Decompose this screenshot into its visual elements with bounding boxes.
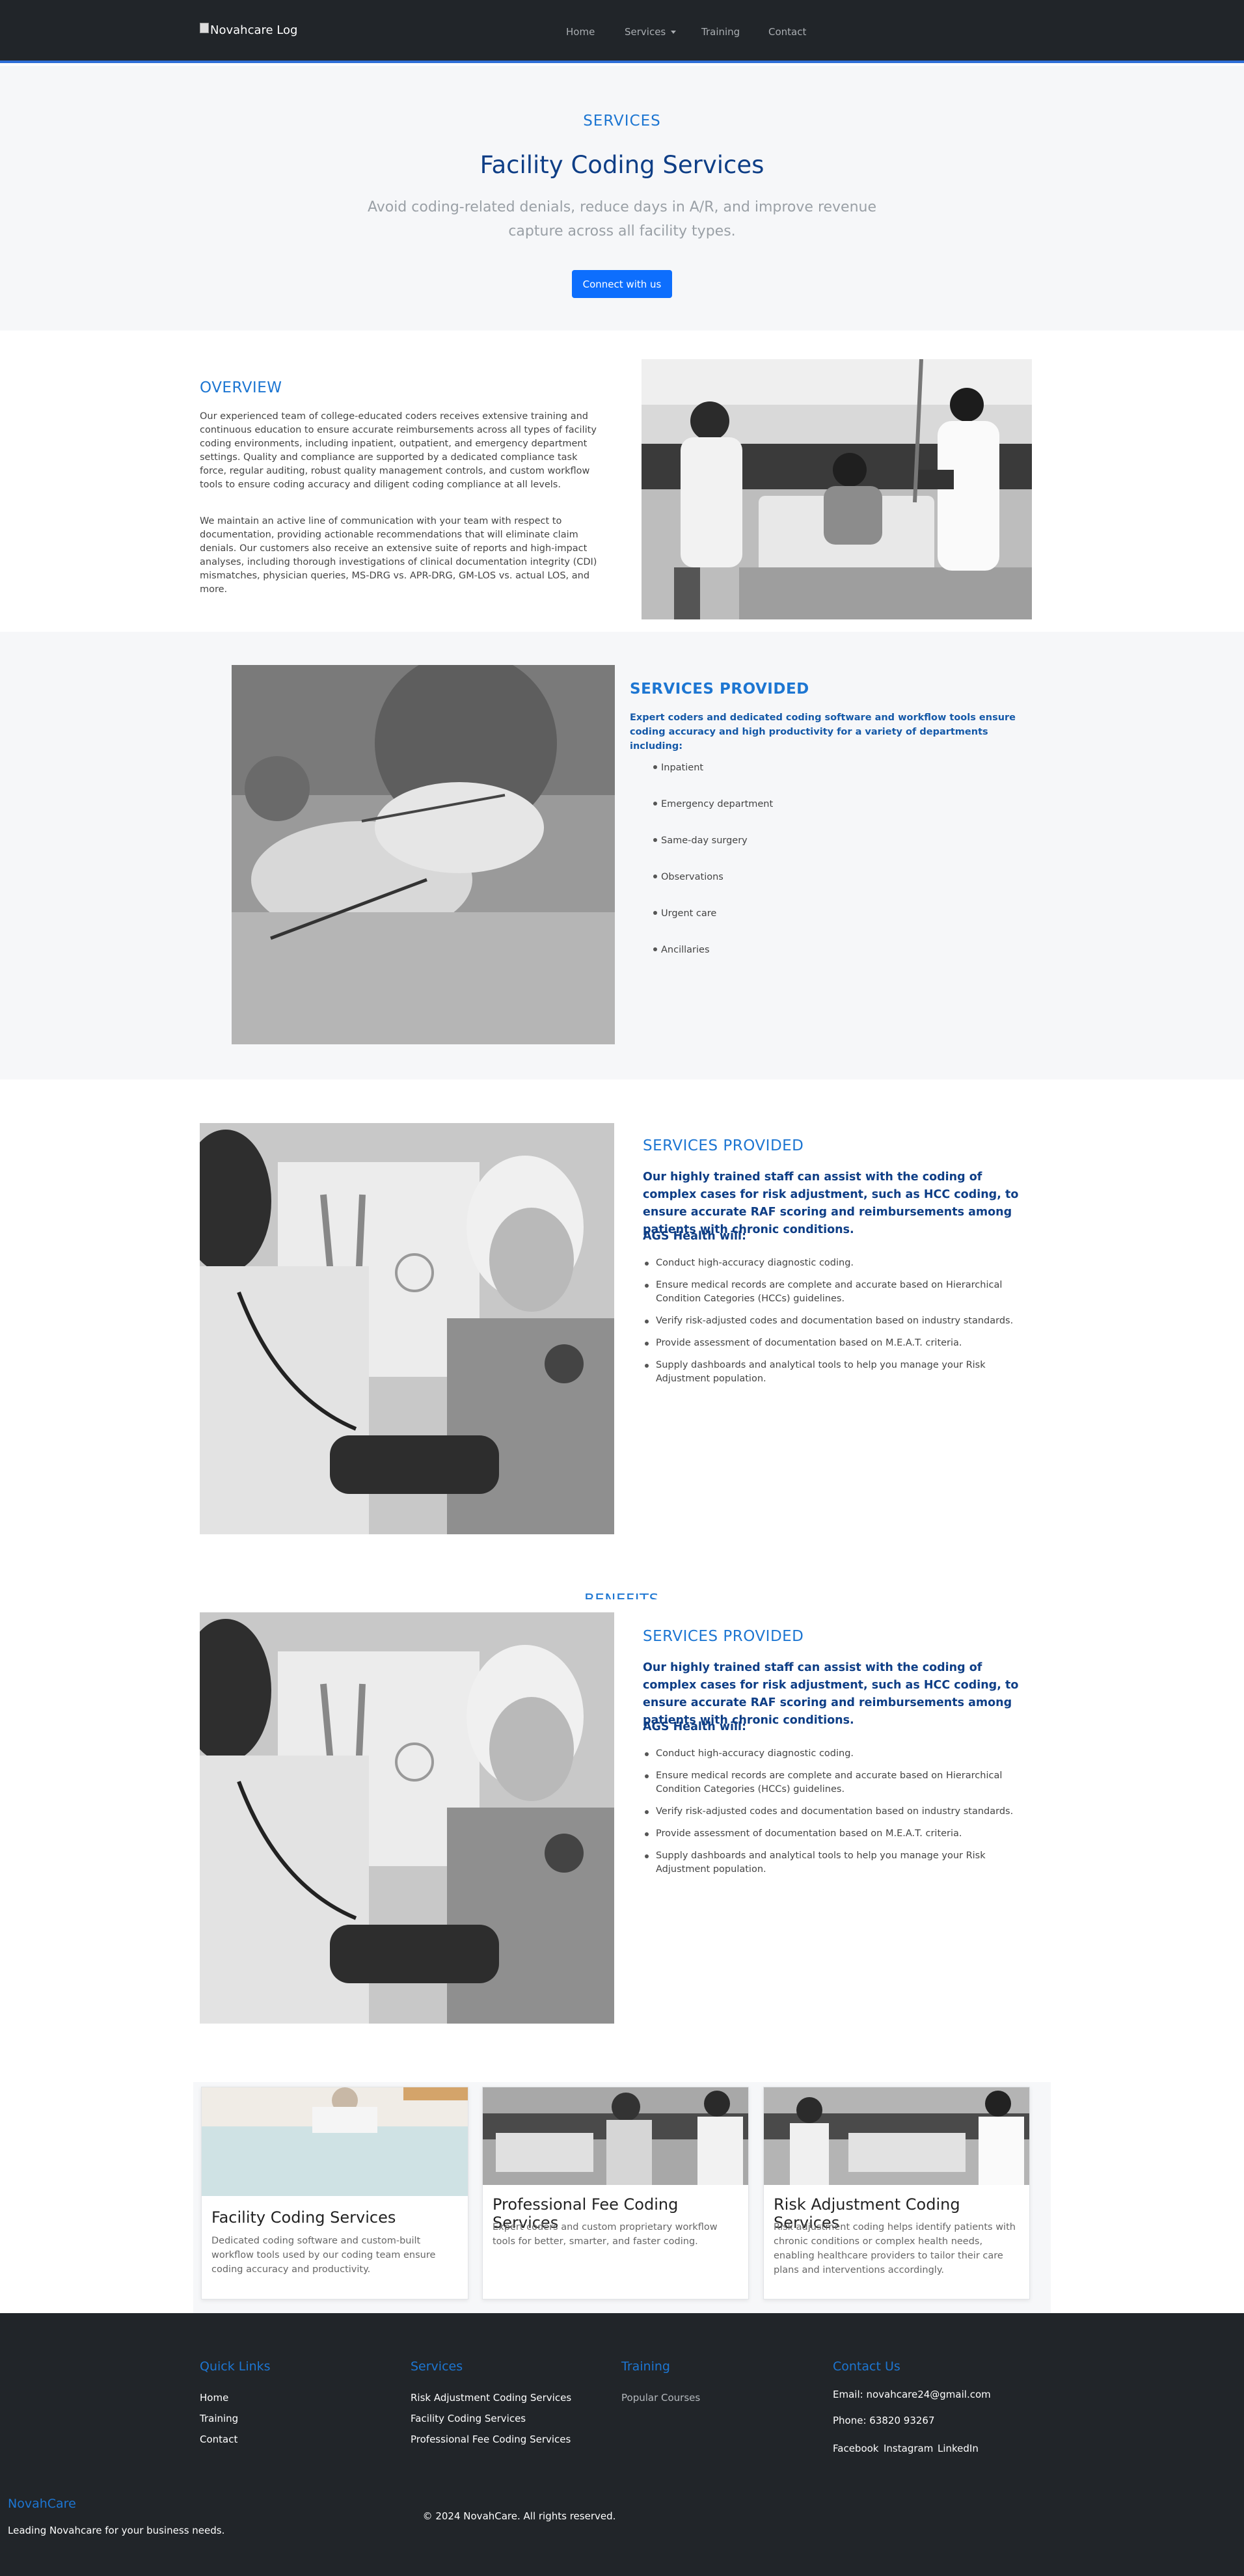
service-card-professional-fee[interactable]: Professional Fee Coding Services Expert … bbox=[482, 2087, 749, 2299]
bullet-icon bbox=[653, 874, 657, 878]
ags-subhead-3: AGS Health will: bbox=[643, 1720, 747, 1733]
nav-contact-link[interactable]: Contact bbox=[768, 26, 806, 38]
benefits-heading-clip: BENEFITS bbox=[560, 1592, 684, 1599]
overview-heading: OVERVIEW bbox=[200, 379, 282, 396]
hospital-room-photo bbox=[642, 359, 1032, 619]
footer-quick-links-heading: Quick Links bbox=[200, 2359, 271, 2374]
hero-eyebrow: SERVICES bbox=[583, 113, 661, 129]
benefits-heading: BENEFITS bbox=[584, 1592, 659, 1599]
list-item: Conduct high-accuracy diagnostic coding. bbox=[643, 1747, 1034, 1761]
list-item: Provide assessment of documentation base… bbox=[643, 1336, 1034, 1350]
card-image-professional-fee bbox=[483, 2087, 748, 2185]
list-item: Provide assessment of documentation base… bbox=[643, 1827, 1034, 1841]
blood-pressure-photo bbox=[200, 1123, 614, 1534]
list-item: Urgent care bbox=[653, 906, 716, 921]
nav-training-link[interactable]: Training bbox=[701, 26, 740, 38]
list-item: Verify risk-adjusted codes and documenta… bbox=[643, 1805, 1034, 1819]
footer-email: Email: novahcare24@gmail.com bbox=[833, 2389, 991, 2400]
bullet-icon bbox=[653, 947, 657, 951]
services-lead-1: Expert coders and dedicated coding softw… bbox=[630, 712, 1016, 752]
footer-training-heading: Training bbox=[621, 2359, 670, 2374]
card-text: Expert coders and custom proprietary wor… bbox=[493, 2222, 718, 2247]
list-item: Supply dashboards and analytical tools t… bbox=[643, 1849, 1034, 1877]
navbar bbox=[0, 0, 1244, 63]
overview-paragraph-1: Our experienced team of college-educated… bbox=[200, 411, 597, 490]
bullet-icon bbox=[653, 911, 657, 915]
nav-services-dropdown[interactable]: Services bbox=[625, 26, 677, 38]
connect-button[interactable]: Connect with us bbox=[572, 270, 672, 298]
footer-link-facility-coding[interactable]: Facility Coding Services bbox=[411, 2413, 526, 2424]
service-card-facility[interactable]: Facility Coding Services Dedicated codin… bbox=[201, 2087, 468, 2299]
services-provided-heading-3: SERVICES PROVIDED bbox=[643, 1628, 804, 1645]
services-provided-heading-1: SERVICES PROVIDED bbox=[630, 681, 809, 698]
services-section-bg bbox=[0, 632, 1244, 1079]
footer-brand: NovahCare bbox=[8, 2497, 76, 2511]
list-item: Ensure medical records are complete and … bbox=[643, 1769, 1034, 1796]
list-item: Inpatient bbox=[653, 761, 703, 775]
surgery-photo bbox=[232, 665, 615, 1044]
ags-list-3: Conduct high-accuracy diagnostic coding.… bbox=[643, 1747, 1034, 1877]
footer bbox=[0, 2313, 1244, 2576]
list-item: Same-day surgery bbox=[653, 834, 748, 848]
card-text: Dedicated coding software and custom-bui… bbox=[211, 2236, 436, 2275]
list-item: Verify risk-adjusted codes and documenta… bbox=[643, 1314, 1034, 1328]
footer-social-instagram[interactable]: Instagram bbox=[884, 2443, 933, 2454]
footer-copyright: © 2024 NovahCare. All rights reserved. bbox=[422, 2510, 616, 2522]
list-item: Ancillaries bbox=[653, 943, 710, 957]
ags-subhead-2: AGS Health will: bbox=[643, 1230, 747, 1243]
footer-link-professional-fee[interactable]: Professional Fee Coding Services bbox=[411, 2434, 571, 2445]
card-text: Risk adjustment coding helps identify pa… bbox=[774, 2222, 1016, 2275]
card-image-risk-adjustment bbox=[764, 2087, 1029, 2185]
ags-list-2: Conduct high-accuracy diagnostic coding.… bbox=[643, 1256, 1034, 1386]
bullet-icon bbox=[653, 765, 657, 769]
bullet-icon bbox=[653, 802, 657, 806]
brand-logo[interactable]: Novahcare Log bbox=[200, 22, 298, 37]
footer-services-heading: Services bbox=[411, 2359, 463, 2374]
logo-alt-text: Novahcare Log bbox=[210, 23, 298, 37]
overview-paragraph-2: We maintain an active line of communicat… bbox=[200, 516, 597, 595]
nav-home-link[interactable]: Home bbox=[566, 26, 595, 38]
card-title: Facility Coding Services bbox=[211, 2208, 396, 2227]
footer-tagline: Leading Novahcare for your business need… bbox=[8, 2525, 225, 2536]
footer-social-facebook[interactable]: Facebook bbox=[833, 2443, 878, 2454]
footer-link-risk-adjustment[interactable]: Risk Adjustment Coding Services bbox=[411, 2392, 571, 2404]
blood-pressure-photo-2 bbox=[200, 1612, 614, 2024]
footer-social-linkedin[interactable]: LinkedIn bbox=[938, 2443, 979, 2454]
page-title: Facility Coding Services bbox=[480, 151, 764, 179]
footer-contact-heading: Contact Us bbox=[833, 2359, 900, 2374]
nav-services-label: Services bbox=[625, 26, 666, 38]
list-item: Observations bbox=[653, 870, 723, 884]
caret-down-icon bbox=[671, 31, 677, 34]
footer-link-popular-courses[interactable]: Popular Courses bbox=[621, 2392, 700, 2404]
hero-subtitle: Avoid coding-related denials, reduce day… bbox=[367, 199, 877, 239]
services-provided-heading-2: SERVICES PROVIDED bbox=[643, 1137, 804, 1154]
service-card-risk-adjustment[interactable]: Risk Adjustment Coding Services Risk adj… bbox=[763, 2087, 1030, 2299]
list-item: Supply dashboards and analytical tools t… bbox=[643, 1359, 1034, 1386]
footer-link-training[interactable]: Training bbox=[200, 2413, 238, 2424]
list-item: Ensure medical records are complete and … bbox=[643, 1279, 1034, 1306]
bullet-icon bbox=[653, 838, 657, 842]
card-image-facility bbox=[202, 2087, 468, 2196]
list-item: Conduct high-accuracy diagnostic coding. bbox=[643, 1256, 1034, 1270]
list-item: Emergency department bbox=[653, 797, 773, 811]
footer-phone: Phone: 63820 93267 bbox=[833, 2415, 935, 2426]
footer-link-contact[interactable]: Contact bbox=[200, 2434, 237, 2445]
broken-image-icon bbox=[200, 22, 209, 33]
footer-link-home[interactable]: Home bbox=[200, 2392, 228, 2404]
